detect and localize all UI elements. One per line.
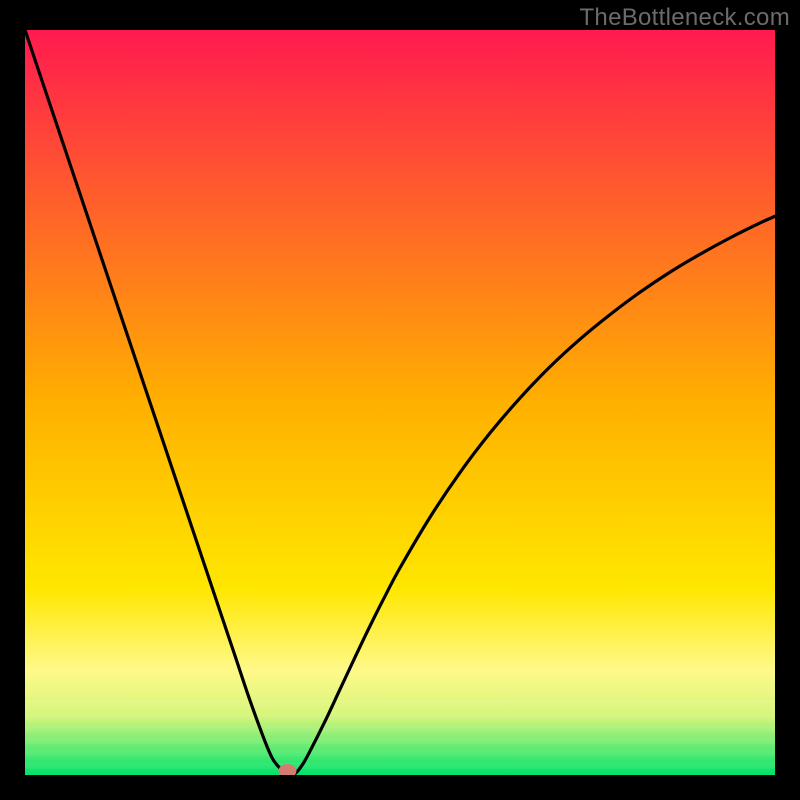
watermark-text: TheBottleneck.com bbox=[579, 4, 790, 32]
chart-panel bbox=[25, 30, 775, 775]
chart-outer: TheBottleneck.com bbox=[0, 0, 800, 800]
chart-svg bbox=[25, 30, 775, 775]
baseline-bands bbox=[25, 701, 775, 776]
chart-background bbox=[25, 30, 775, 775]
